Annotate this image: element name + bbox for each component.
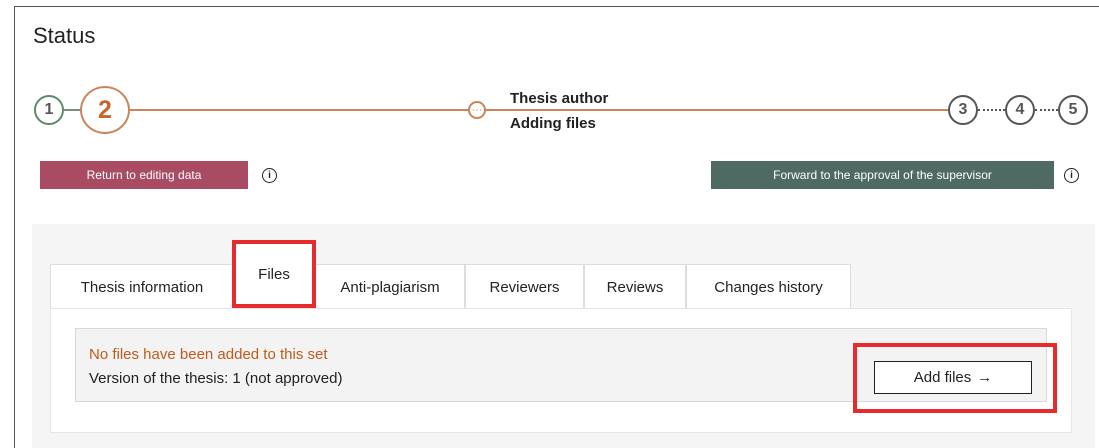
step-2-current: 2 xyxy=(80,86,130,134)
forward-to-supervisor-button[interactable]: Forward to the approval of the superviso… xyxy=(711,161,1054,189)
sub-step-marker-icon: ··· xyxy=(468,101,486,119)
step-3: 3 xyxy=(948,95,978,125)
add-files-label: Add files xyxy=(913,369,972,386)
tab-thesis-information[interactable]: Thesis information xyxy=(50,264,234,309)
return-to-editing-button[interactable]: Return to editing data xyxy=(40,161,248,189)
step-1: 1 xyxy=(34,95,64,125)
thesis-version-text: Version of the thesis: 1 (not approved) xyxy=(89,370,343,387)
step-4: 4 xyxy=(1005,95,1035,125)
tab-files[interactable]: Files xyxy=(232,240,316,308)
tab-anti-plagiarism[interactable]: Anti-plagiarism xyxy=(315,264,465,309)
stepper-line-pending xyxy=(978,109,1005,111)
stepper-line-active xyxy=(130,109,948,111)
tab-changes-history[interactable]: Changes history xyxy=(686,264,851,309)
tab-reviewers[interactable]: Reviewers xyxy=(465,264,584,309)
info-icon[interactable]: i xyxy=(1064,168,1079,183)
arrow-right-icon: → xyxy=(977,369,993,386)
stepper-line-pending xyxy=(1035,109,1058,111)
stepper-line-done xyxy=(64,109,80,111)
info-icon[interactable]: i xyxy=(262,168,277,183)
page-title: Status xyxy=(33,23,96,48)
step-5: 5 xyxy=(1058,95,1088,125)
current-role-label: Thesis author xyxy=(510,90,609,107)
add-files-button[interactable]: Add files → xyxy=(874,361,1032,394)
current-action-label: Adding files xyxy=(510,115,596,132)
tab-reviews[interactable]: Reviews xyxy=(584,264,686,309)
no-files-message: No files have been added to this set xyxy=(89,346,328,363)
